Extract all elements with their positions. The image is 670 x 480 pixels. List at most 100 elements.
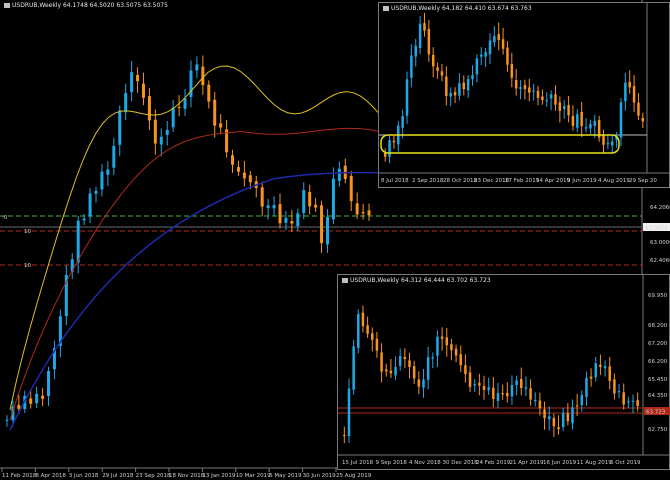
- inset-top-candle: [484, 52, 487, 57]
- side-label-1: :0: [2, 215, 8, 221]
- main-candle: [130, 72, 134, 92]
- y-label-2: 63.0000: [650, 240, 670, 246]
- inset-top-candle: [392, 140, 396, 143]
- inset-top-candle: [628, 81, 631, 88]
- inset-bottom-canvas[interactable]: 69.950 68.200 67.200 66.200 65.450 64.350 63.7…: [338, 275, 670, 471]
- main-candle: [47, 370, 51, 396]
- inset-top-candle: [536, 90, 540, 98]
- inset-bottom-candle: [464, 365, 467, 375]
- inset-bottom-candle: [543, 409, 546, 419]
- main-candle: [266, 205, 270, 209]
- main-candle: [308, 191, 312, 207]
- inset-top-candle: [436, 67, 439, 71]
- inset-bottom-candle: [357, 314, 360, 348]
- inset-bottom-candle: [473, 384, 476, 386]
- inset-bottom-x-label-8: 6 Oct 2019: [610, 460, 641, 466]
- inset-bottom-panel[interactable]: USDRUB,Weekly 64.312 64.444 63.702 63.72…: [337, 274, 670, 470]
- inset-bottom-x-label-6: 16 Jun 2019: [543, 460, 577, 466]
- main-candle: [278, 204, 282, 224]
- inset-top-candle: [475, 58, 479, 75]
- inset-top-canvas[interactable]: 8 Jul 2018 2 Sep 2018 28 Oct 201823 Dec 20…: [379, 3, 670, 189]
- inset-bottom-candle: [613, 379, 616, 394]
- inset-bottom-candle: [594, 363, 598, 378]
- inset-bottom-candle: [636, 400, 639, 407]
- main-candle: [112, 145, 116, 168]
- inset-top-candle: [567, 105, 570, 116]
- main-candle: [35, 393, 39, 404]
- inset-top-candle: [624, 82, 627, 102]
- inset-bottom-candle: [478, 382, 481, 386]
- main-candle: [284, 217, 288, 223]
- inset-bottom-candle: [622, 392, 625, 405]
- inset-bottom-candle: [445, 337, 449, 346]
- inset-bottom-x-label-2: 4 Nov 2018: [409, 460, 441, 466]
- main-candle: [159, 136, 163, 145]
- inset-bottom-x-label-4: 24 Feb 2019: [476, 460, 511, 466]
- inset-bottom-y-label-0: 69.950: [648, 293, 668, 299]
- inset-bottom-y-label-3: 66.200: [648, 359, 668, 365]
- main-candle: [94, 190, 98, 194]
- inset-bottom-candle: [389, 370, 393, 374]
- inset-bottom-candle: [492, 387, 495, 400]
- inset-bottom-candle: [566, 413, 570, 422]
- main-candle: [337, 168, 341, 181]
- inset-top-candle: [383, 153, 387, 157]
- inset-top-x-label-7: 4 Aug 2019: [598, 178, 630, 184]
- main-candle: [76, 220, 80, 263]
- inset-bottom-candle: [529, 388, 532, 400]
- main-candle: [165, 130, 169, 135]
- inset-top-candle: [480, 54, 483, 57]
- inset-bottom-x-label-1: 9 Sep 2018: [376, 460, 408, 466]
- main-candle: [314, 204, 318, 208]
- inset-bottom-x-label-5: 21 Apr 2019: [510, 460, 545, 466]
- inset-bottom-x-label-7: 11 Aug 2019: [577, 460, 613, 466]
- inset-bottom-y-label-1: 68.200: [648, 323, 668, 329]
- inset-top-candle: [602, 135, 605, 145]
- main-candle: [201, 66, 205, 86]
- inset-bottom-candle: [547, 416, 551, 420]
- x-label-1: 8 Apr 2018: [35, 473, 66, 479]
- main-candle: [290, 221, 294, 224]
- inset-bottom-candle: [552, 417, 556, 427]
- inset-top-candle: [501, 39, 505, 49]
- main-candle: [349, 175, 353, 202]
- x-label-2: 3 Jun 2018: [69, 473, 99, 479]
- main-candle: [177, 106, 181, 108]
- inset-bottom-x-label-0: 15 Jul 2018: [342, 460, 374, 466]
- inset-top-candle: [549, 94, 553, 99]
- inset-bottom-candle: [417, 379, 421, 387]
- inset-top-candle: [418, 23, 422, 48]
- main-candle: [236, 167, 240, 172]
- main-candle: [367, 210, 371, 216]
- inset-top-candle: [410, 55, 413, 78]
- x-label-10: 25 Aug 2019: [336, 473, 372, 479]
- main-candle: [213, 99, 217, 126]
- inset-top-candle: [471, 75, 474, 80]
- inset-bottom-candle: [608, 366, 611, 382]
- inset-top-candle: [453, 92, 457, 96]
- x-label-0: 11 Feb 2018: [2, 473, 37, 479]
- main-candle: [153, 119, 157, 144]
- main-candle: [136, 74, 140, 82]
- inset-top-candle: [458, 83, 461, 96]
- inset-bottom-candle: [366, 325, 369, 334]
- inset-bottom-y-label-5: 64.350: [648, 393, 668, 399]
- inset-bottom-current-price: 63.723: [646, 410, 666, 416]
- inset-top-panel[interactable]: USDRUB,Weekly 64.182 64.410 63.674 63.76…: [378, 2, 670, 188]
- inset-top-candle: [449, 92, 452, 97]
- inset-bottom-candle: [343, 435, 346, 436]
- main-candle: [325, 216, 329, 245]
- inset-top-candle: [541, 96, 544, 100]
- main-candle: [207, 84, 211, 102]
- inset-top-candle: [405, 79, 409, 116]
- main-candle: [272, 205, 276, 209]
- current-price-label: 63.5075: [645, 226, 668, 232]
- inset-top-candle: [606, 143, 610, 145]
- inset-top-candle: [554, 94, 557, 105]
- inset-top-candle: [532, 90, 535, 92]
- inset-top-x-label-8: 29 Sep 20: [629, 178, 657, 184]
- main-candle: [82, 218, 86, 221]
- inset-top-x-label-6: 9 Jun 2019: [567, 178, 597, 184]
- inset-bottom-candle: [571, 407, 574, 424]
- inset-bottom-candle: [631, 400, 635, 402]
